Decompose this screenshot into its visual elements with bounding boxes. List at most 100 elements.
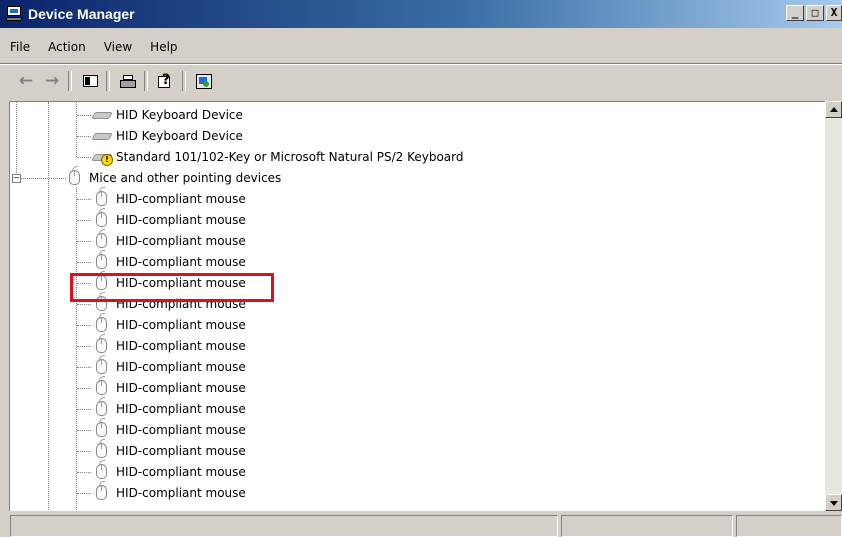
tree-branch-line bbox=[77, 304, 91, 305]
tree-branch-line bbox=[77, 220, 91, 221]
mouse-icon bbox=[92, 228, 112, 249]
tree-item-mouse[interactable]: HID-compliant mouse bbox=[92, 396, 246, 419]
toolbar-separator bbox=[144, 71, 148, 91]
window-title: Device Manager bbox=[28, 6, 135, 22]
tree-item-label: HID-compliant mouse bbox=[116, 380, 246, 395]
scan-hardware-button[interactable] bbox=[192, 70, 216, 92]
mouse-icon bbox=[92, 333, 112, 354]
scroll-up-button[interactable] bbox=[825, 101, 842, 118]
tree-branch-line bbox=[77, 157, 91, 158]
tree-branch-line bbox=[21, 178, 66, 179]
up-arrow-icon bbox=[830, 107, 838, 112]
tree-item-label: HID-compliant mouse bbox=[116, 254, 246, 269]
menu-view[interactable]: View bbox=[96, 40, 140, 54]
tree-item-label: HID-compliant mouse bbox=[116, 233, 246, 248]
tree-guide-line bbox=[76, 187, 77, 511]
back-button[interactable]: ← bbox=[14, 70, 38, 92]
maximize-button[interactable]: □ bbox=[806, 5, 824, 21]
properties-button[interactable] bbox=[78, 70, 102, 92]
device-tree[interactable]: HID Keyboard Device HID Keyboard Device … bbox=[9, 101, 842, 511]
tree-branch-line bbox=[77, 346, 91, 347]
tree-item-label: HID-compliant mouse bbox=[116, 422, 246, 437]
tree-item-label: HID-compliant mouse bbox=[116, 401, 246, 416]
mouse-icon bbox=[92, 459, 112, 480]
menu-divider bbox=[0, 63, 842, 65]
help-icon: ? bbox=[158, 72, 174, 89]
tree-item-keyboard[interactable]: HID Keyboard Device bbox=[91, 104, 243, 125]
vertical-scrollbar[interactable] bbox=[825, 101, 842, 511]
tree-item-mouse[interactable]: HID-compliant mouse bbox=[92, 480, 246, 503]
status-bar bbox=[0, 514, 842, 537]
menu-bar: File Action View Help bbox=[0, 33, 842, 61]
tree-item-mouse[interactable]: HID-compliant mouse bbox=[92, 228, 246, 251]
tree-item-label: HID-compliant mouse bbox=[116, 212, 246, 227]
tree-branch-line bbox=[77, 472, 91, 473]
tree-item-mouse[interactable]: HID-compliant mouse bbox=[92, 207, 246, 230]
back-icon: ← bbox=[18, 70, 34, 91]
menu-file[interactable]: File bbox=[2, 40, 38, 54]
tree-item-label: HID-compliant mouse bbox=[116, 317, 246, 332]
tree-category-label: Mice and other pointing devices bbox=[89, 170, 282, 185]
mouse-icon bbox=[92, 438, 112, 459]
tree-item-mouse[interactable]: HID-compliant mouse bbox=[92, 186, 246, 209]
tree-item-label: HID-compliant mouse bbox=[116, 485, 246, 500]
status-pane bbox=[10, 515, 558, 537]
tree-item-keyboard[interactable]: ! Standard 101/102-Key or Microsoft Natu… bbox=[91, 146, 464, 167]
toolbar-separator bbox=[68, 71, 72, 91]
tree-guide-line bbox=[48, 102, 49, 511]
tree-branch-line bbox=[77, 451, 91, 452]
mouse-icon bbox=[92, 249, 112, 270]
tree-branch-line bbox=[77, 241, 91, 242]
mouse-icon bbox=[92, 207, 112, 228]
menu-help[interactable]: Help bbox=[142, 40, 185, 54]
tree-item-mouse[interactable]: HID-compliant mouse bbox=[92, 333, 246, 356]
print-button[interactable] bbox=[116, 70, 140, 92]
status-pane bbox=[561, 515, 733, 537]
tree-branch-line bbox=[77, 367, 91, 368]
forward-button[interactable]: → bbox=[40, 70, 64, 92]
print-icon bbox=[120, 74, 136, 88]
tree-item-keyboard[interactable]: HID Keyboard Device bbox=[91, 125, 243, 146]
help-button[interactable]: ? bbox=[154, 70, 178, 92]
tree-branch-line bbox=[77, 409, 91, 410]
tree-branch-line bbox=[77, 325, 91, 326]
menu-action[interactable]: Action bbox=[40, 40, 94, 54]
tree-item-label: HID-compliant mouse bbox=[116, 464, 246, 479]
mouse-icon bbox=[92, 312, 112, 333]
toolbar-separator bbox=[106, 71, 110, 91]
scan-hardware-icon bbox=[196, 73, 212, 89]
toolbar: ← → ? bbox=[0, 66, 842, 96]
tree-guide-line bbox=[16, 102, 17, 179]
tree-branch-line bbox=[77, 262, 91, 263]
tree-item-mouse[interactable]: HID-compliant mouse bbox=[92, 249, 246, 272]
tree-item-label: HID-compliant mouse bbox=[116, 338, 246, 353]
collapse-toggle[interactable]: – bbox=[12, 174, 21, 183]
tree-item-mouse[interactable]: HID-compliant mouse bbox=[92, 438, 246, 461]
highlight-box bbox=[70, 273, 274, 302]
properties-icon bbox=[82, 75, 98, 87]
keyboard-warning-icon: ! bbox=[91, 149, 113, 166]
tree-item-mouse[interactable]: HID-compliant mouse bbox=[92, 354, 246, 377]
keyboard-icon bbox=[91, 107, 113, 123]
tree-branch-line bbox=[77, 388, 91, 389]
tree-item-label: Standard 101/102-Key or Microsoft Natura… bbox=[116, 149, 464, 164]
mouse-icon bbox=[92, 186, 112, 207]
tree-item-label: HID-compliant mouse bbox=[116, 191, 246, 206]
mouse-icon bbox=[92, 375, 112, 396]
tree-branch-line bbox=[77, 199, 91, 200]
tree-item-mouse[interactable]: HID-compliant mouse bbox=[92, 417, 246, 440]
tree-category-mice[interactable]: Mice and other pointing devices bbox=[65, 165, 282, 188]
minimize-button[interactable]: _ bbox=[786, 5, 804, 21]
tree-guide-line bbox=[76, 102, 77, 157]
close-button[interactable]: X bbox=[826, 5, 842, 21]
tree-item-label: HID Keyboard Device bbox=[116, 128, 243, 143]
tree-item-label: HID-compliant mouse bbox=[116, 359, 246, 374]
tree-item-mouse[interactable]: HID-compliant mouse bbox=[92, 375, 246, 398]
tree-item-mouse[interactable]: HID-compliant mouse bbox=[92, 459, 246, 482]
mouse-icon bbox=[65, 165, 85, 186]
scroll-down-button[interactable] bbox=[825, 494, 842, 511]
tree-item-label: HID Keyboard Device bbox=[116, 107, 243, 122]
tree-item-mouse[interactable]: HID-compliant mouse bbox=[92, 312, 246, 335]
mouse-icon bbox=[92, 354, 112, 375]
title-bar[interactable]: Device Manager _ □ X bbox=[0, 0, 842, 28]
